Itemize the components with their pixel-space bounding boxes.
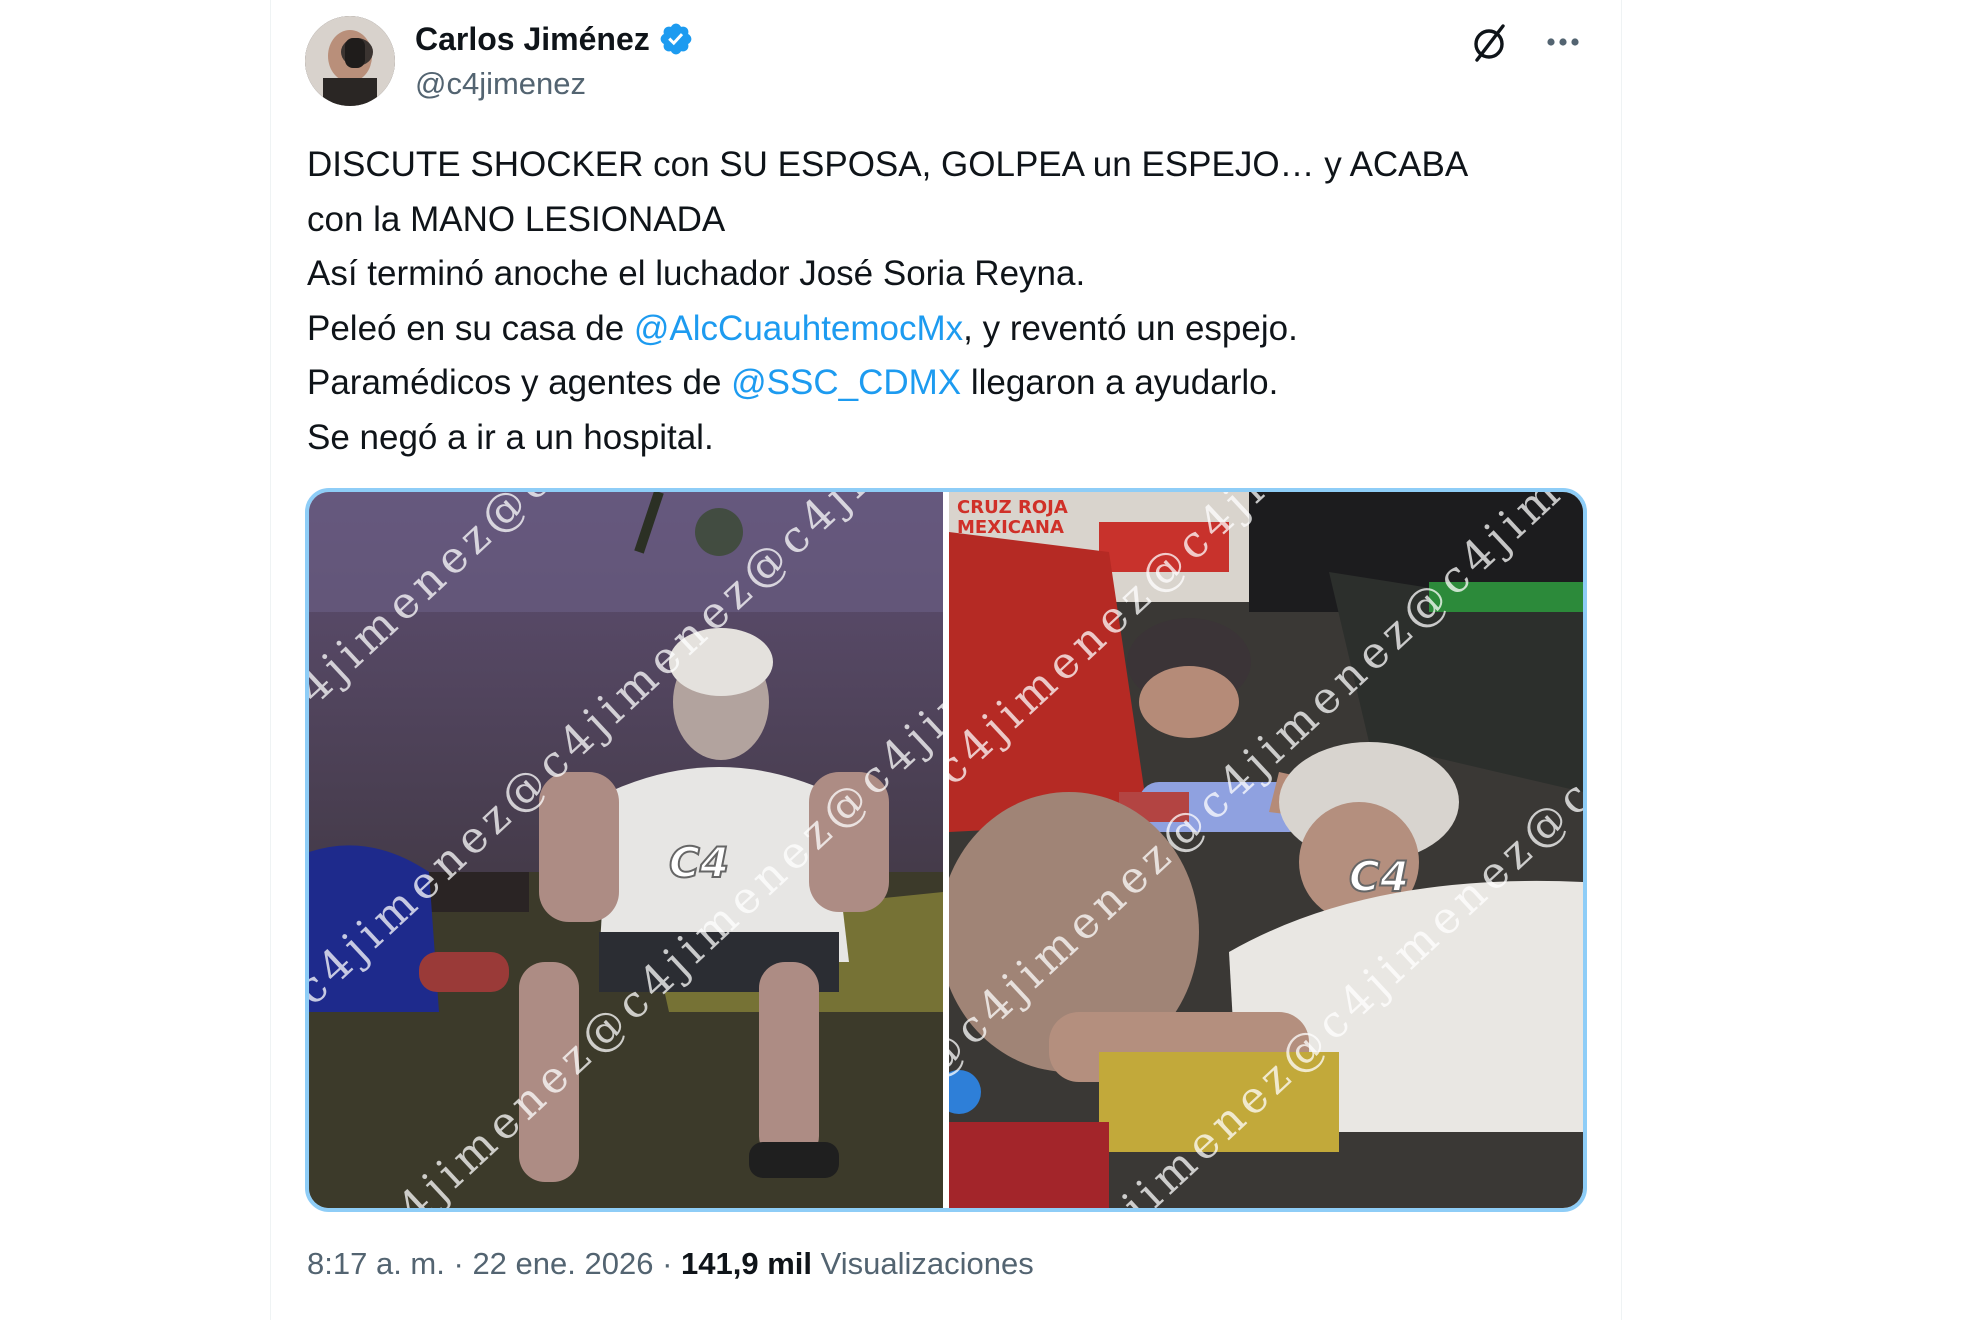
tweet-line-6: Se negó a ir a un hospital. xyxy=(307,417,714,457)
views-label: Visualizaciones xyxy=(820,1246,1034,1281)
mention-alccuauhtemocmx-link[interactable]: @AlcCuauhtemocMx xyxy=(634,309,963,348)
author-display-name[interactable]: Carlos Jiménez xyxy=(415,21,650,58)
tweet-header: Carlos Jiménez @c4jimenez xyxy=(305,16,1595,108)
tweet-line-1: DISCUTE SHOCKER con SU ESPOSA, GOLPEA un… xyxy=(307,145,1469,184)
c4-logo-left: C4 xyxy=(668,837,730,888)
tweet-card: Carlos Jiménez @c4jimenez DISCUTE SHOCKE… xyxy=(270,0,1622,1320)
media-grid: @c4jimenez@c4jimenez@c4jimenez @c4jimene… xyxy=(305,488,1587,1212)
cruz-roja-sign: CRUZ ROJA MEXICANA xyxy=(957,497,1068,538)
author-names: Carlos Jiménez @c4jimenez xyxy=(415,16,694,102)
c4-logo-right: C4 xyxy=(1348,851,1410,902)
tweet-time[interactable]: 8:17 a. m. xyxy=(307,1246,445,1281)
media-photo-left[interactable]: @c4jimenez@c4jimenez@c4jimenez @c4jimene… xyxy=(309,492,943,1208)
views-count[interactable]: 141,9 mil xyxy=(681,1246,812,1281)
tweet-line-3: Así terminó anoche el luchador José Sori… xyxy=(307,254,1086,293)
tweet-line-5-before: Paramédicos y agentes de xyxy=(307,363,732,402)
mention-ssc-cdmx-link[interactable]: @SSC_CDMX xyxy=(731,363,961,402)
avatar-image xyxy=(305,16,395,106)
tweet-line-4: Peleó en su casa de @AlcCuauhtemocMx, y … xyxy=(307,302,1597,357)
tweet-line-4-after: , y reventó un espejo. xyxy=(963,308,1298,348)
avatar[interactable] xyxy=(305,16,395,106)
tweet-date[interactable]: 22 ene. 2026 xyxy=(472,1246,653,1281)
media-photo-right[interactable]: C4 @c4jimenez@c4jimenez@c4jimenez @c4jim… xyxy=(949,492,1583,1208)
tweet-line-5-after: llegaron a ayudarlo. xyxy=(961,363,1279,402)
page: Carlos Jiménez @c4jimenez DISCUTE SHOCKE… xyxy=(0,0,1980,1320)
tweet-line-5: Paramédicos y agentes de @SSC_CDMX llega… xyxy=(307,356,1597,411)
tweet-line-2: con la MANO LESIONADA xyxy=(307,199,726,239)
author-handle[interactable]: @c4jimenez xyxy=(415,66,694,102)
display-name-row: Carlos Jiménez xyxy=(415,16,694,62)
tweet-text: DISCUTE SHOCKER con SU ESPOSA, GOLPEA un… xyxy=(307,138,1597,465)
meta-separator-1: · xyxy=(453,1246,464,1281)
tweet-meta: 8:17 a. m. · 22 ene. 2026 · 141,9 mil Vi… xyxy=(307,1246,1034,1282)
more-horizontal-icon[interactable] xyxy=(1539,22,1587,62)
verified-badge-icon[interactable] xyxy=(658,21,694,57)
tweet-line-4-before: Peleó en su casa de xyxy=(307,308,634,348)
grok-slash-icon[interactable] xyxy=(1467,20,1511,64)
meta-separator-2: · xyxy=(662,1246,673,1281)
